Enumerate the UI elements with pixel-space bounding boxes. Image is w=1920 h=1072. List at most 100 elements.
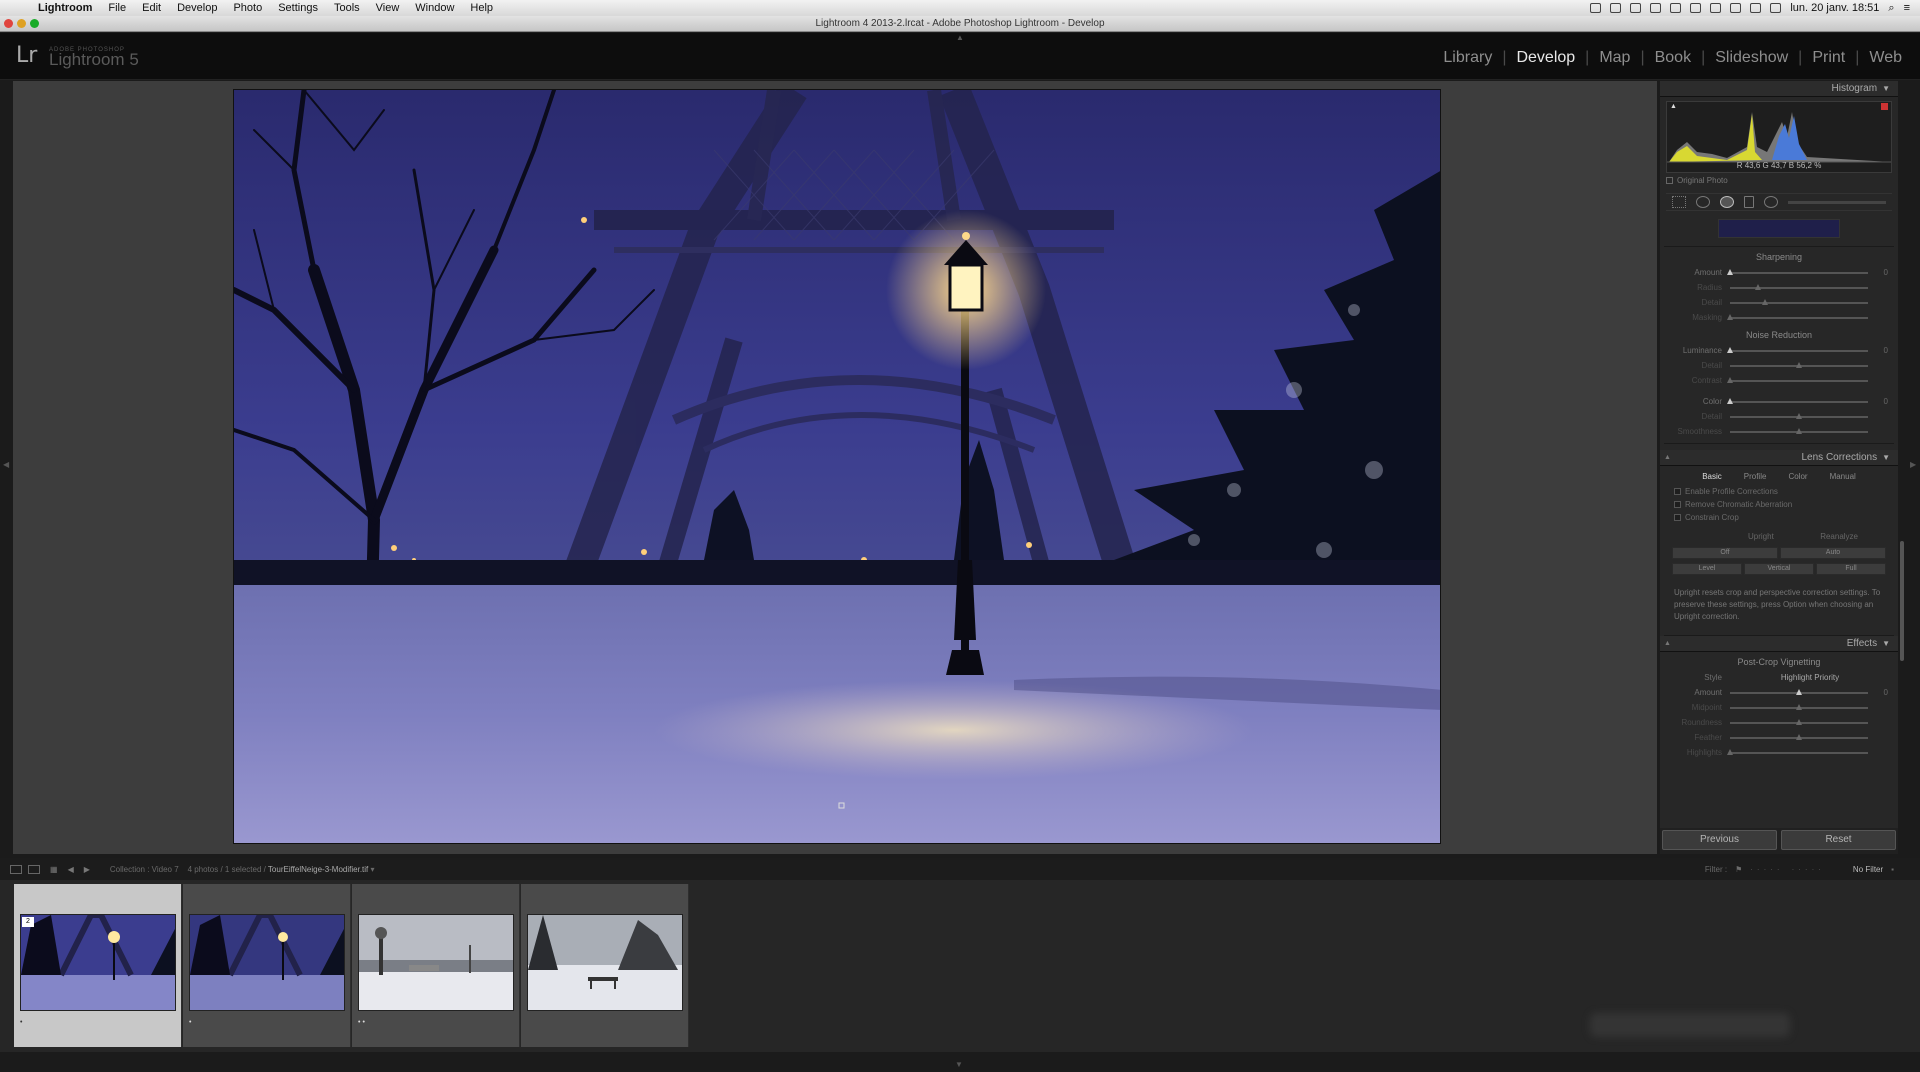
module-slideshow[interactable]: Slideshow — [1705, 49, 1798, 67]
slider-track[interactable] — [1730, 361, 1868, 368]
volume-icon[interactable] — [1750, 3, 1762, 13]
menu-view[interactable]: View — [368, 2, 408, 14]
thumbnail[interactable] — [20, 914, 176, 1011]
timemachine-icon[interactable] — [1670, 3, 1682, 13]
slider-thumb[interactable] — [1796, 703, 1802, 710]
checkbox[interactable] — [1674, 488, 1681, 495]
module-library[interactable]: Library — [1433, 49, 1502, 67]
enable-profile-corrections[interactable]: Enable Profile Corrections — [1664, 485, 1894, 498]
histogram-header[interactable]: Histogram ▼ — [1660, 81, 1898, 97]
effects-header[interactable]: ▲ Effects ▼ — [1660, 636, 1898, 652]
upright-level-button[interactable]: Level — [1672, 563, 1742, 575]
tool-options-swatch[interactable] — [1718, 219, 1840, 238]
menu-app[interactable]: Lightroom — [30, 2, 100, 14]
upright-full-button[interactable]: Full — [1816, 563, 1886, 575]
module-print[interactable]: Print — [1802, 49, 1855, 67]
style-dropdown[interactable]: Highlight Priority — [1726, 673, 1894, 682]
check-icon[interactable] — [1650, 3, 1662, 13]
slider-thumb[interactable] — [1796, 733, 1802, 740]
flag-filter-icon[interactable]: ⚑ — [1735, 865, 1742, 874]
spotlight-icon[interactable]: ⌕ — [1888, 2, 1894, 15]
checkbox[interactable] — [1674, 514, 1681, 521]
tab-profile[interactable]: Profile — [1744, 472, 1767, 481]
bluetooth-icon[interactable] — [1710, 3, 1722, 13]
histogram[interactable]: ▲ R 43,6 G 43,7 B 56,2 % — [1666, 101, 1892, 173]
slider-track[interactable] — [1730, 703, 1868, 710]
filter-preset-dropdown[interactable]: No Filter — [1853, 865, 1883, 874]
main-window-icon[interactable] — [10, 864, 22, 874]
filmstrip-breadcrumb[interactable]: Collection : Video 7 4 photos / 1 select… — [110, 865, 375, 874]
display-icon[interactable] — [1690, 3, 1702, 13]
slider-track[interactable] — [1730, 688, 1868, 695]
tab-manual[interactable]: Manual — [1830, 472, 1856, 481]
left-panel-toggle-icon[interactable]: ◀ — [3, 460, 9, 469]
menu-tools[interactable]: Tools — [326, 2, 368, 14]
slider-value[interactable]: 0 — [1876, 397, 1894, 406]
back-arrow-icon[interactable]: ◀ — [68, 865, 74, 874]
crop-tool-icon[interactable] — [1672, 196, 1686, 208]
upright-vertical-button[interactable]: Vertical — [1744, 563, 1814, 575]
flag-icon[interactable] — [1770, 3, 1782, 13]
camera-icon[interactable] — [1590, 3, 1602, 13]
slider-track[interactable] — [1727, 268, 1868, 275]
constrain-crop[interactable]: Constrain Crop — [1664, 511, 1894, 524]
rating-filter-icon[interactable]: ····· — [1750, 865, 1783, 874]
filmstrip-toggle-icon[interactable]: ▼ — [955, 1060, 963, 1069]
menubar-clock[interactable]: lun. 20 janv. 18:51 — [1790, 2, 1879, 14]
tab-basic[interactable]: Basic — [1702, 472, 1722, 481]
slider-track[interactable] — [1727, 346, 1868, 353]
slider-value[interactable]: 0 — [1876, 346, 1894, 355]
slider-track[interactable] — [1727, 748, 1868, 755]
zoom-window-icon[interactable] — [30, 19, 39, 28]
slider-track[interactable] — [1730, 733, 1868, 740]
menu-photo[interactable]: Photo — [225, 2, 270, 14]
forward-arrow-icon[interactable]: ▶ — [84, 865, 90, 874]
top-panel-toggle-icon[interactable]: ▲ — [956, 33, 964, 42]
menu-settings[interactable]: Settings — [270, 2, 326, 14]
slider-thumb[interactable] — [1796, 718, 1802, 725]
dropbox-icon[interactable] — [1610, 3, 1622, 13]
previous-button[interactable]: Previous — [1662, 830, 1777, 850]
shadow-clip-icon[interactable]: ▲ — [1670, 103, 1677, 110]
highlight-clip-icon[interactable] — [1881, 103, 1888, 110]
original-photo-toggle[interactable]: Original Photo — [1666, 176, 1892, 185]
slider-thumb[interactable] — [1796, 412, 1802, 419]
red-eye-icon[interactable] — [1720, 196, 1734, 208]
lens-corrections-header[interactable]: ▲ Lens Corrections ▼ — [1660, 450, 1898, 466]
wifi-icon[interactable] — [1730, 3, 1742, 13]
reanalyze-button[interactable]: Reanalyze — [1820, 532, 1858, 541]
graduated-filter-icon[interactable] — [1744, 196, 1754, 208]
slider-thumb[interactable] — [1754, 283, 1761, 290]
slider-thumb[interactable] — [1761, 298, 1768, 305]
thumbnail[interactable] — [358, 914, 514, 1011]
slider-thumb[interactable] — [1727, 397, 1733, 404]
slider-track[interactable] — [1727, 313, 1868, 320]
slider-track[interactable] — [1730, 718, 1868, 725]
spot-removal-icon[interactable] — [1696, 196, 1710, 208]
menu-window[interactable]: Window — [407, 2, 462, 14]
thumbnail[interactable] — [189, 914, 345, 1011]
color-filter-icon[interactable]: ····· — [1792, 865, 1825, 874]
slider-track[interactable] — [1730, 298, 1868, 305]
upright-off-button[interactable]: Off — [1672, 547, 1778, 559]
module-map[interactable]: Map — [1589, 49, 1640, 67]
filmstrip-cell[interactable]: 2 • — [14, 884, 182, 1047]
slider-thumb[interactable] — [1727, 748, 1733, 755]
second-window-icon[interactable] — [28, 864, 40, 874]
module-web[interactable]: Web — [1859, 49, 1912, 67]
right-panel-toggle-icon[interactable]: ▶ — [1910, 460, 1916, 469]
slider-thumb[interactable] — [1727, 268, 1733, 275]
close-window-icon[interactable] — [4, 19, 13, 28]
slider-thumb[interactable] — [1796, 427, 1802, 434]
filter-lock-icon[interactable]: ▪ — [1891, 865, 1894, 874]
folder-icon[interactable] — [1630, 3, 1642, 13]
grid-view-icon[interactable]: ▦ — [50, 865, 58, 874]
tab-color[interactable]: Color — [1788, 472, 1807, 481]
slider-value[interactable]: 0 — [1876, 268, 1894, 277]
panel-scrollbar[interactable] — [1900, 541, 1904, 661]
filmstrip-cell[interactable]: •• — [352, 884, 520, 1047]
reset-button[interactable]: Reset — [1781, 830, 1896, 850]
adjustment-brush-icon[interactable] — [1788, 200, 1886, 204]
filmstrip-cell[interactable] — [521, 884, 689, 1047]
filename-dropdown-icon[interactable]: ▾ — [371, 865, 375, 874]
